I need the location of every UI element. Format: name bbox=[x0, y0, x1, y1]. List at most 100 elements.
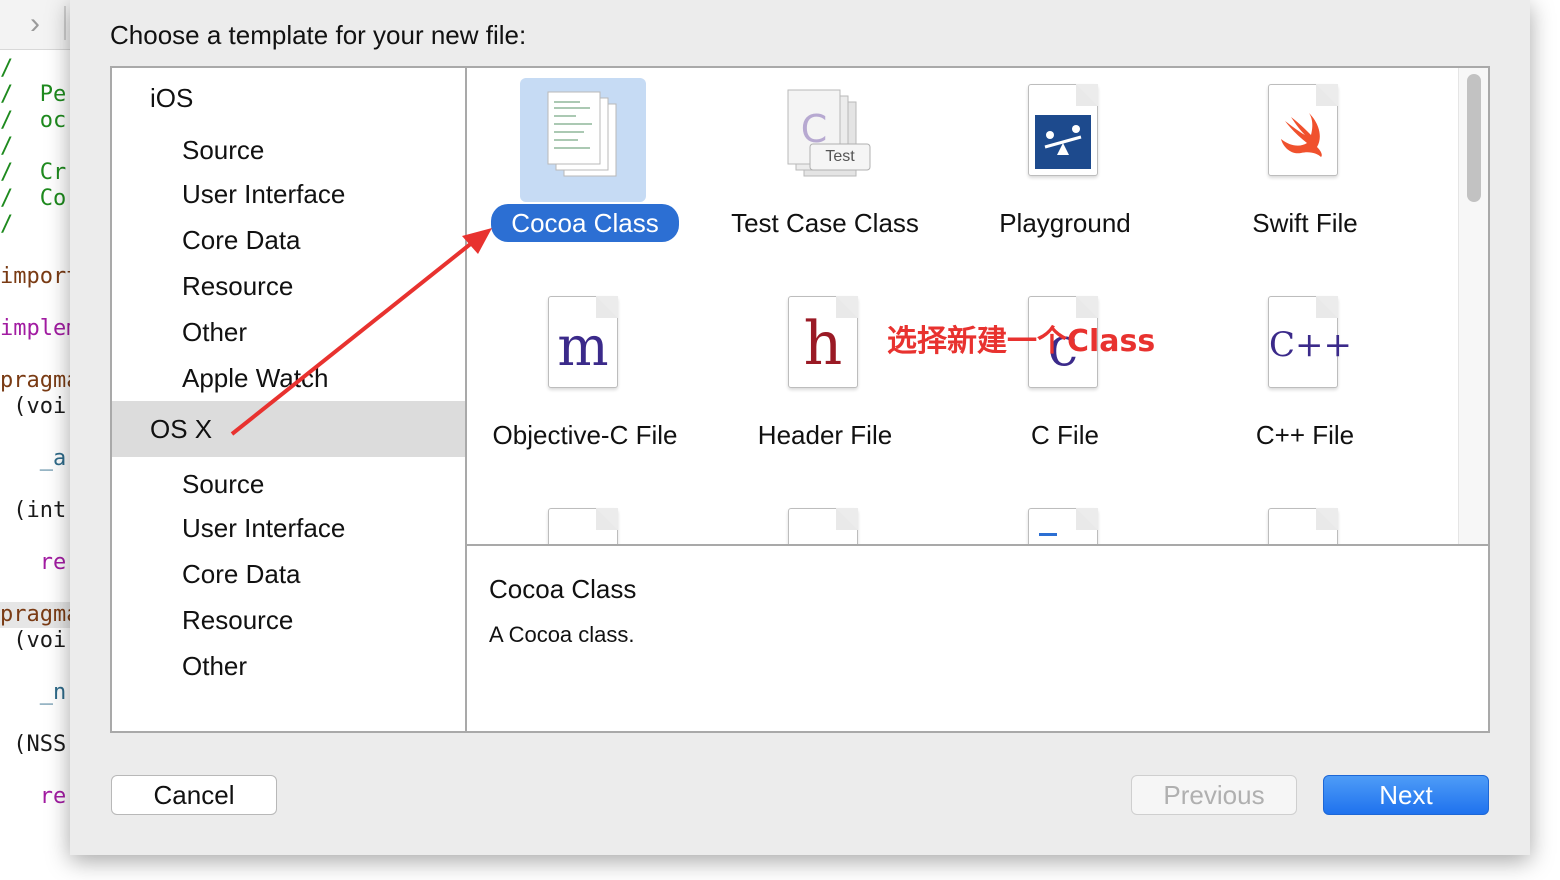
sidebar-item-label: Core Data bbox=[182, 559, 301, 589]
template-label: Cocoa Class bbox=[467, 204, 705, 242]
cocoa-class-icon bbox=[547, 91, 617, 177]
code-line: / bbox=[0, 212, 14, 237]
template-partial-row-item[interactable] bbox=[945, 494, 1185, 544]
page-fold bbox=[1316, 296, 1338, 318]
template-label: Test Case Class bbox=[731, 208, 919, 238]
page-fold bbox=[1316, 508, 1338, 530]
new-file-template-sheet: Choose a template for your new file: iOS… bbox=[70, 0, 1530, 855]
sidebar-item-osx-other[interactable]: Other bbox=[112, 644, 465, 688]
template-label: Playground bbox=[999, 208, 1131, 238]
template-header-file[interactable]: h Header File bbox=[705, 282, 945, 502]
template-playground[interactable]: Playground bbox=[945, 70, 1185, 290]
template-selection-highlight bbox=[520, 78, 646, 202]
code-line: implem bbox=[0, 316, 80, 341]
code-line: / Pe bbox=[0, 82, 67, 107]
file-glyph: h bbox=[803, 309, 843, 379]
next-button[interactable]: Next bbox=[1323, 775, 1489, 815]
code-line: / bbox=[0, 56, 14, 81]
template-partial-row-item[interactable] bbox=[705, 494, 945, 544]
sidebar-item-ios-user-interface[interactable]: User Interface bbox=[112, 172, 465, 216]
sidebar-item-ios-apple-watch[interactable]: Apple Watch bbox=[112, 356, 465, 400]
code-line: (int bbox=[0, 498, 67, 523]
previous-button[interactable]: Previous bbox=[1131, 775, 1297, 815]
code-line: re bbox=[0, 550, 67, 575]
template-icon-area: m bbox=[520, 290, 646, 414]
sidebar-item-osx-core-data[interactable]: Core Data bbox=[112, 552, 465, 596]
file-glyph: m bbox=[557, 315, 609, 378]
divider bbox=[64, 6, 66, 40]
template-c-file[interactable]: c C File bbox=[945, 282, 1185, 502]
sidebar-item-osx-resource[interactable]: Resource bbox=[112, 598, 465, 642]
template-label-text: Cocoa Class bbox=[491, 204, 679, 242]
template-icon-area bbox=[760, 502, 886, 544]
template-test-case-class[interactable]: C Test Test Case Class bbox=[705, 70, 945, 290]
template-grid-scrollbar[interactable] bbox=[1458, 68, 1488, 544]
sidebar-header-osx[interactable]: OS X bbox=[112, 401, 465, 457]
swift-file-icon bbox=[1281, 113, 1322, 157]
template-icon-area bbox=[1000, 78, 1126, 202]
document-icon bbox=[548, 508, 618, 544]
sidebar-item-label: Other bbox=[182, 317, 248, 347]
page-fold bbox=[596, 508, 618, 530]
template-label: Header File bbox=[757, 420, 893, 450]
objective-c-file-icon: m bbox=[548, 296, 618, 388]
chevron-right-icon[interactable]: › bbox=[30, 8, 58, 40]
template-label: C File bbox=[1031, 420, 1099, 450]
sidebar-item-label: Resource bbox=[182, 271, 294, 301]
scrollbar-thumb[interactable] bbox=[1467, 74, 1481, 202]
cpp-file-icon: C++ bbox=[1268, 296, 1352, 388]
code-line: _n bbox=[0, 680, 67, 705]
sidebar-item-label: Source bbox=[182, 135, 265, 165]
code-line: / oc bbox=[0, 108, 67, 133]
description-title: Cocoa Class bbox=[489, 574, 637, 604]
document-icon bbox=[1028, 508, 1098, 544]
sidebar-item-label: Resource bbox=[182, 605, 294, 635]
sidebar-item-label: Core Data bbox=[182, 225, 301, 255]
template-partial-row-item[interactable] bbox=[467, 494, 705, 544]
sheet-title: Choose a template for your new file: bbox=[110, 20, 527, 50]
code-line: import bbox=[0, 264, 80, 289]
template-partial-row-item[interactable] bbox=[1185, 494, 1425, 544]
template-icon-area bbox=[520, 502, 646, 544]
document-icon bbox=[788, 508, 858, 544]
sidebar-item-ios-other[interactable]: Other bbox=[112, 310, 465, 354]
page-fold bbox=[1076, 84, 1098, 106]
doc-accent bbox=[1039, 533, 1057, 536]
sidebar-item-ios-resource[interactable]: Resource bbox=[112, 264, 465, 308]
sidebar-item-label: User Interface bbox=[182, 513, 346, 543]
document-icon bbox=[1268, 84, 1338, 176]
template-label: Objective-C File bbox=[492, 420, 678, 450]
sidebar-item-label: Source bbox=[182, 469, 265, 499]
code-line: pragma bbox=[0, 602, 80, 628]
annotation-text: 选择新建一个Class bbox=[887, 324, 1156, 359]
template-icon-area: C Test bbox=[760, 78, 886, 202]
cancel-button[interactable]: Cancel bbox=[111, 775, 277, 815]
sidebar-item-ios-source[interactable]: Source bbox=[112, 128, 465, 172]
sidebar-header-ios[interactable]: iOS bbox=[112, 76, 465, 120]
sidebar-item-osx-user-interface[interactable]: User Interface bbox=[112, 506, 465, 550]
file-glyph: C++ bbox=[1269, 325, 1352, 365]
header-file-icon: h bbox=[788, 296, 858, 388]
document-icon bbox=[1268, 508, 1338, 544]
code-line: pragma bbox=[0, 368, 80, 393]
sidebar-item-osx-source[interactable]: Source bbox=[112, 462, 465, 506]
sidebar-item-ios-core-data[interactable]: Core Data bbox=[112, 218, 465, 262]
code-line: / bbox=[0, 134, 14, 159]
template-cpp-file[interactable]: C++ C++ File bbox=[1185, 282, 1425, 502]
test-badge: Test bbox=[825, 148, 855, 165]
template-swift-file[interactable]: Swift File bbox=[1185, 70, 1425, 290]
sidebar-item-label: Other bbox=[182, 651, 248, 681]
code-line: _a bbox=[0, 446, 67, 471]
template-objective-c-file[interactable]: m Objective-C File bbox=[467, 282, 705, 502]
code-line: (NSS bbox=[0, 732, 67, 757]
sidebar-header-label: OS X bbox=[150, 414, 213, 444]
code-line: (voi bbox=[0, 628, 67, 653]
template-icon-area bbox=[1240, 78, 1366, 202]
template-label: Swift File bbox=[1252, 208, 1358, 238]
code-line: / Co bbox=[0, 186, 67, 211]
code-line: / Cr bbox=[0, 160, 67, 185]
template-cocoa-class[interactable]: Cocoa Class bbox=[467, 70, 705, 290]
template-icon-area bbox=[1000, 502, 1126, 544]
template-icon-area: h bbox=[760, 290, 886, 414]
code-line: re bbox=[0, 784, 67, 809]
